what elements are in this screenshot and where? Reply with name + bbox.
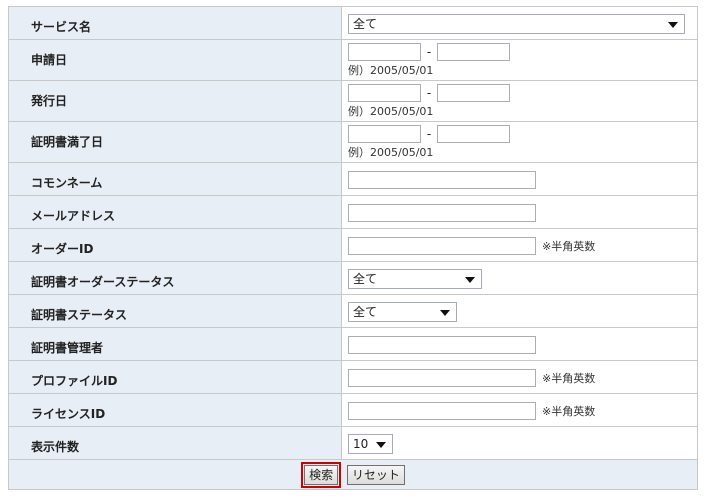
order-id-label: オーダーID <box>8 228 342 262</box>
common-name-input[interactable] <box>348 171 536 189</box>
cert-admin-input[interactable] <box>348 336 536 354</box>
row-email: メールアドレス <box>8 195 698 229</box>
expire-date-to-input[interactable] <box>437 125 510 143</box>
chevron-down-icon <box>668 22 678 28</box>
range-dash: - <box>426 45 432 59</box>
expire-date-example: 例）2005/05/01 <box>348 146 434 159</box>
search-button-focus-ring: 検索 <box>301 461 342 488</box>
row-apply-date: 申請日 - 例）2005/05/01 <box>8 39 698 81</box>
range-dash: - <box>426 127 432 141</box>
row-order-id: オーダーID ※半角英数 <box>8 228 698 262</box>
service-name-selected: 全て <box>353 17 378 31</box>
row-cert-admin: 証明書管理者 <box>8 327 698 361</box>
email-input[interactable] <box>348 204 536 222</box>
button-row: 検索 リセット <box>8 459 698 490</box>
range-dash: - <box>426 86 432 100</box>
row-profile-id: プロファイルID ※半角英数 <box>8 360 698 394</box>
chevron-down-icon <box>376 442 386 448</box>
license-id-note: ※半角英数 <box>542 405 596 418</box>
row-expire-date: 証明書満了日 - 例）2005/05/01 <box>8 121 698 163</box>
chevron-down-icon <box>440 310 450 316</box>
order-id-note: ※半角英数 <box>542 240 596 253</box>
cert-order-status-select[interactable]: 全て <box>348 269 482 289</box>
apply-date-label: 申請日 <box>8 39 342 81</box>
service-name-label: サービス名 <box>8 6 342 40</box>
profile-id-note: ※半角英数 <box>542 372 596 385</box>
expire-date-label: 証明書満了日 <box>8 121 342 163</box>
profile-id-input[interactable] <box>348 369 536 387</box>
license-id-label: ライセンスID <box>8 393 342 427</box>
row-cert-status: 証明書ステータス 全て <box>8 294 698 328</box>
row-display-count: 表示件数 10 <box>8 426 698 460</box>
row-service-name: サービス名 全て <box>8 6 698 40</box>
email-label: メールアドレス <box>8 195 342 229</box>
chevron-down-icon <box>465 277 475 283</box>
issue-date-example: 例）2005/05/01 <box>348 105 434 118</box>
row-license-id: ライセンスID ※半角英数 <box>8 393 698 427</box>
issue-date-label: 発行日 <box>8 80 342 122</box>
search-button[interactable]: 検索 <box>304 464 339 485</box>
service-name-select[interactable]: 全て <box>348 14 685 34</box>
display-count-select[interactable]: 10 <box>348 434 393 454</box>
cert-status-label: 証明書ステータス <box>8 294 342 328</box>
row-common-name: コモンネーム <box>8 162 698 196</box>
apply-date-from-input[interactable] <box>348 43 421 61</box>
reset-button[interactable]: リセット <box>346 464 405 485</box>
display-count-label: 表示件数 <box>8 426 342 460</box>
order-id-input[interactable] <box>348 237 536 255</box>
cert-status-selected: 全て <box>353 305 378 319</box>
row-issue-date: 発行日 - 例）2005/05/01 <box>8 80 698 122</box>
display-count-selected: 10 <box>353 437 369 451</box>
apply-date-example: 例）2005/05/01 <box>348 64 434 77</box>
row-cert-order-status: 証明書オーダーステータス 全て <box>8 261 698 295</box>
cert-admin-label: 証明書管理者 <box>8 327 342 361</box>
common-name-label: コモンネーム <box>8 162 342 196</box>
cert-status-select[interactable]: 全て <box>348 302 457 322</box>
license-id-input[interactable] <box>348 402 536 420</box>
issue-date-to-input[interactable] <box>437 84 510 102</box>
expire-date-from-input[interactable] <box>348 125 421 143</box>
issue-date-from-input[interactable] <box>348 84 421 102</box>
cert-order-status-label: 証明書オーダーステータス <box>8 261 342 295</box>
profile-id-label: プロファイルID <box>8 360 342 394</box>
apply-date-to-input[interactable] <box>437 43 510 61</box>
search-form-table: サービス名 全て 申請日 - 例）2005/05/01 発行日 - 例）2005… <box>8 6 698 490</box>
cert-order-status-selected: 全て <box>353 272 378 286</box>
